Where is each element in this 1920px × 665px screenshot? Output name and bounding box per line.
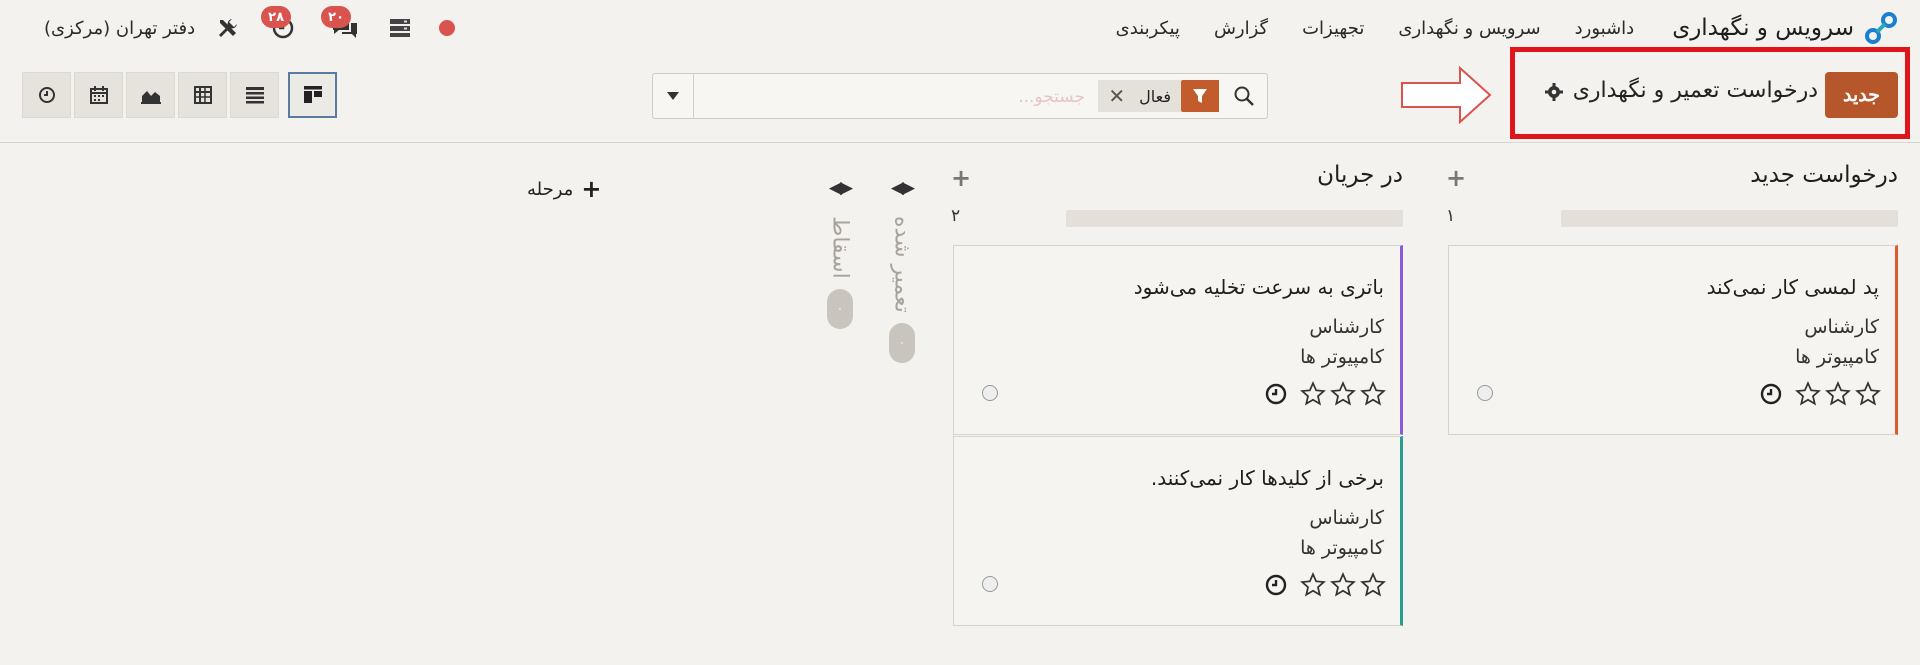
star-icon[interactable] bbox=[1300, 381, 1326, 407]
star-icon[interactable] bbox=[1330, 572, 1356, 598]
new-button[interactable]: جدید bbox=[1825, 72, 1898, 118]
activity-badge: ۲۸ bbox=[261, 6, 292, 28]
priority-stars[interactable] bbox=[1795, 381, 1881, 407]
activity-clock-icon[interactable] bbox=[1264, 382, 1288, 410]
card-title: برخی از کلیدها کار نمی‌کنند. bbox=[1150, 466, 1384, 490]
column-progressbar[interactable] bbox=[1066, 210, 1403, 227]
kanban-card[interactable]: باتری به سرعت تخلیه می‌شود کارشناس کامپی… bbox=[953, 245, 1403, 435]
kanban-state-icon[interactable] bbox=[982, 385, 998, 401]
star-icon[interactable] bbox=[1855, 381, 1881, 407]
quick-create-icon[interactable]: + bbox=[1446, 164, 1466, 192]
column-header: درخواست جدید + bbox=[1446, 160, 1898, 196]
card-technician: کارشناس bbox=[1804, 316, 1879, 338]
facet-value-box: فعال ✕ bbox=[1098, 80, 1181, 112]
search-input[interactable] bbox=[703, 82, 1087, 112]
column-header: در جریان + bbox=[951, 160, 1403, 196]
star-icon[interactable] bbox=[1795, 381, 1821, 407]
calendar-view-button[interactable] bbox=[74, 72, 123, 118]
list-icon bbox=[245, 87, 264, 104]
menu-equipment[interactable]: تجهیزات bbox=[1302, 18, 1364, 39]
card-title: پد لمسی کار نمی‌کند bbox=[1706, 275, 1879, 299]
view-switcher bbox=[22, 72, 340, 120]
kanban-state-icon[interactable] bbox=[982, 576, 998, 592]
star-icon[interactable] bbox=[1360, 572, 1386, 598]
app-logo-icon[interactable] bbox=[1864, 11, 1898, 45]
menu-reporting[interactable]: گزارش bbox=[1214, 18, 1268, 39]
area-chart-icon bbox=[140, 91, 161, 104]
kanban-view-button[interactable] bbox=[288, 72, 337, 118]
kanban-card[interactable]: پد لمسی کار نمی‌کند کارشناس کامپیوتر ها bbox=[1448, 245, 1898, 435]
activity-icon bbox=[38, 87, 55, 103]
unfold-arrows-icon[interactable]: ◀▶ bbox=[884, 178, 920, 198]
messages-icon[interactable]: ۲۰ bbox=[321, 6, 359, 40]
column-title[interactable]: در جریان bbox=[1317, 162, 1403, 188]
page-title: درخواست تعمیر و نگهداری bbox=[1572, 78, 1818, 103]
star-icon[interactable] bbox=[1360, 381, 1386, 407]
folded-column-count: ۰ bbox=[889, 322, 915, 363]
filter-icon[interactable] bbox=[1181, 80, 1219, 112]
messages-badge: ۲۰ bbox=[321, 6, 352, 28]
kanban-state-icon[interactable] bbox=[1477, 385, 1493, 401]
activity-view-button[interactable] bbox=[22, 72, 71, 118]
unfold-arrows-icon[interactable]: ◀▶ bbox=[822, 178, 858, 198]
navbar-systray: دفتر تهران (مرکزی) ۲۸ ۲۰ bbox=[44, 0, 456, 56]
column-count: ۲ bbox=[951, 206, 961, 226]
server-icon[interactable] bbox=[389, 18, 411, 38]
pivot-table-icon bbox=[193, 86, 212, 104]
menu-configuration[interactable]: پیکربندی bbox=[1116, 18, 1180, 39]
calendar-icon bbox=[89, 86, 108, 104]
folded-column-title: تعمیر شده bbox=[889, 216, 915, 313]
star-icon[interactable] bbox=[1300, 572, 1326, 598]
app-name[interactable]: سرویس و نگهداری bbox=[1672, 15, 1854, 41]
column-progressbar[interactable] bbox=[1561, 210, 1898, 227]
folded-column-count: ۰ bbox=[827, 288, 853, 329]
facet-value: فعال bbox=[1139, 86, 1171, 106]
activity-clock-icon[interactable]: ۲۸ bbox=[261, 6, 295, 40]
kanban-icon bbox=[303, 86, 322, 103]
card-title: باتری به سرعت تخلیه می‌شود bbox=[1133, 275, 1384, 299]
folded-column-repaired[interactable]: ◀▶ تعمیر شده ۰ bbox=[884, 178, 920, 363]
priority-stars[interactable] bbox=[1300, 572, 1386, 598]
plus-icon: + bbox=[581, 175, 602, 203]
add-stage-button[interactable]: + مرحله bbox=[527, 175, 601, 203]
facet-remove-icon[interactable]: ✕ bbox=[1108, 84, 1125, 108]
caret-down-icon bbox=[667, 92, 679, 100]
priority-stars[interactable] bbox=[1300, 381, 1386, 407]
pivot-view-button[interactable] bbox=[178, 72, 227, 118]
card-category: کامپیوتر ها bbox=[1300, 537, 1384, 559]
search-dropdown-toggle[interactable] bbox=[653, 74, 694, 118]
folded-column-scrap[interactable]: ◀▶ اسقاط ۰ bbox=[822, 178, 858, 329]
company-switcher[interactable]: دفتر تهران (مرکزی) bbox=[44, 18, 195, 39]
list-view-button[interactable] bbox=[230, 72, 279, 118]
status-indicator[interactable] bbox=[439, 20, 456, 36]
annotation-arrow-icon bbox=[1400, 65, 1492, 129]
quick-create-icon[interactable]: + bbox=[951, 164, 971, 192]
star-icon[interactable] bbox=[1330, 381, 1356, 407]
kanban-card[interactable]: برخی از کلیدها کار نمی‌کنند. کارشناس کام… bbox=[953, 436, 1403, 626]
activity-clock-icon[interactable] bbox=[1264, 573, 1288, 601]
gear-icon[interactable] bbox=[1545, 83, 1563, 105]
column-count: ۱ bbox=[1446, 206, 1456, 226]
add-stage-label: مرحله bbox=[527, 178, 574, 200]
folded-column-title: اسقاط bbox=[827, 216, 853, 279]
card-technician: کارشناس bbox=[1309, 316, 1384, 338]
menu-maintenance[interactable]: سرویس و نگهداری bbox=[1398, 18, 1540, 39]
search-facet: فعال ✕ bbox=[1098, 80, 1219, 112]
card-technician: کارشناس bbox=[1309, 507, 1384, 529]
activity-clock-icon[interactable] bbox=[1759, 382, 1783, 410]
menu-dashboard[interactable]: داشبورد bbox=[1575, 18, 1635, 39]
star-icon[interactable] bbox=[1825, 381, 1851, 407]
tools-icon[interactable] bbox=[217, 17, 239, 39]
search-icon[interactable] bbox=[1233, 85, 1255, 111]
graph-view-button[interactable] bbox=[126, 72, 175, 118]
card-category: کامپیوتر ها bbox=[1300, 346, 1384, 368]
card-category: کامپیوتر ها bbox=[1795, 346, 1879, 368]
search-bar: فعال ✕ bbox=[652, 73, 1268, 119]
column-title[interactable]: درخواست جدید bbox=[1750, 162, 1898, 188]
